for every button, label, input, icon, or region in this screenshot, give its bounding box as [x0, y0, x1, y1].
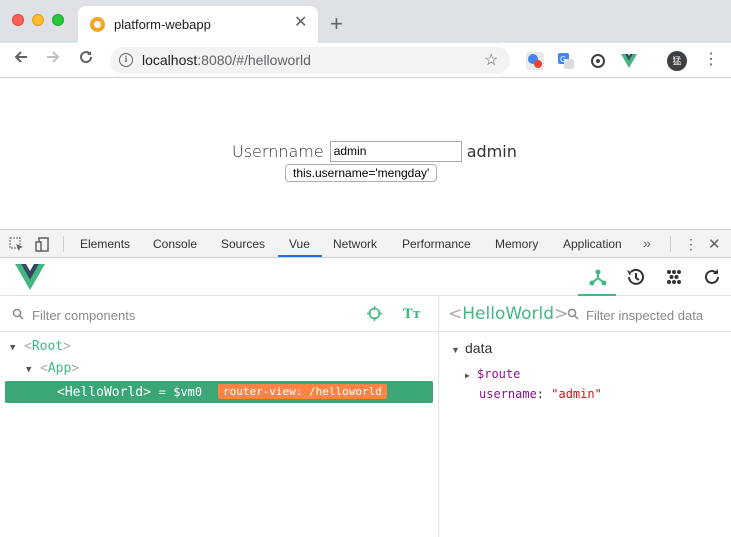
username-value[interactable]: "admin" [551, 387, 602, 401]
tab-close-icon[interactable]: ✕ [294, 15, 307, 31]
svg-text:G: G [560, 55, 566, 64]
tree-node-root[interactable]: ▼ <Root> [10, 336, 71, 358]
browser-toolbar: i localhost:8080/#/helloworld ☆ G 猛 ⋮ [0, 43, 731, 78]
inspect-element-icon[interactable] [9, 237, 23, 251]
router-view-badge: router-view: /helloworld [217, 384, 387, 399]
address-bar[interactable]: i localhost:8080/#/helloworld ☆ [110, 47, 510, 74]
site-info-icon[interactable]: i [119, 53, 133, 67]
select-component-icon[interactable] [367, 306, 382, 324]
tab-elements[interactable]: Elements [80, 237, 130, 251]
search-icon [12, 308, 24, 323]
vuex-history-icon[interactable] [625, 266, 647, 288]
more-tabs-icon[interactable]: » [643, 235, 651, 251]
username-form-row: Usernname admin [232, 140, 517, 162]
device-toolbar-icon[interactable] [35, 237, 49, 252]
expand-arrow-icon[interactable]: ▼ [26, 359, 40, 381]
browser-tab-active[interactable]: platform-webapp ✕ [78, 6, 318, 43]
components-tab-icon[interactable] [587, 266, 609, 288]
tab-network[interactable]: Network [333, 237, 377, 251]
forward-icon[interactable] [45, 49, 61, 69]
data-row-route[interactable]: ▶ $route [465, 367, 520, 381]
extension-translate-icon[interactable] [526, 52, 544, 70]
inspected-component-title: <HelloWorld> [448, 304, 569, 324]
devtools-menu-icon[interactable]: ⋮ [684, 236, 698, 253]
tree-node-app[interactable]: ▼ <App> [26, 358, 79, 380]
components-filter-bar: Filter components Tт [0, 296, 438, 332]
favicon-icon [90, 17, 105, 32]
set-username-button[interactable]: this.username='mengday' [285, 164, 438, 182]
vue-devtools-extension-icon[interactable] [620, 52, 638, 70]
bookmark-star-icon[interactable]: ☆ [484, 50, 498, 70]
tree-node-helloworld: <HelloWorld> = $vm0 router-view: /hellow… [57, 381, 387, 403]
search-icon [567, 308, 579, 323]
profile-avatar[interactable]: 猛 [667, 51, 687, 71]
username-display: admin [466, 141, 517, 161]
vm-reference: = $vm0 [158, 385, 203, 399]
browser-menu-icon[interactable]: ⋮ [703, 51, 719, 69]
tab-sources[interactable]: Sources [221, 237, 265, 251]
format-names-icon[interactable]: Tт [403, 307, 421, 322]
vue-logo-icon [15, 264, 45, 293]
new-tab-button[interactable]: + [330, 13, 343, 35]
tab-performance[interactable]: Performance [402, 237, 471, 251]
collapse-arrow-icon[interactable]: ▼ [451, 345, 465, 355]
window-zoom-button[interactable] [52, 14, 64, 26]
devtools-tab-bar: Elements Console Sources Vue Network Per… [0, 230, 731, 258]
devtools-panel: Elements Console Sources Vue Network Per… [0, 229, 731, 537]
inspector-panel: ▼ data ▶ $route username: "admin" [439, 333, 731, 537]
inspector-header: <HelloWorld> Filter inspected data [439, 296, 731, 332]
tab-vue[interactable]: Vue [289, 237, 310, 251]
data-section-header[interactable]: ▼ data [451, 340, 492, 356]
filter-components-input[interactable]: Filter components [32, 308, 135, 323]
active-tab-indicator [278, 255, 322, 257]
tab-application[interactable]: Application [563, 237, 622, 251]
devtools-close-icon[interactable]: ✕ [708, 235, 721, 253]
vue-devtools-header [0, 258, 731, 296]
tab-console[interactable]: Console [153, 237, 197, 251]
tab-memory[interactable]: Memory [495, 237, 538, 251]
expand-arrow-icon[interactable]: ▼ [10, 337, 24, 359]
window-minimize-button[interactable] [32, 14, 44, 26]
events-icon[interactable] [663, 266, 685, 288]
username-label: Usernname [232, 141, 324, 161]
tree-node-selected[interactable]: <HelloWorld> = $vm0 router-view: /hellow… [5, 381, 433, 403]
sync-extension-icon[interactable] [589, 52, 607, 70]
reload-icon[interactable] [78, 49, 94, 69]
browser-tab-strip: platform-webapp ✕ + [0, 0, 731, 43]
expand-arrow-icon[interactable]: ▶ [465, 371, 477, 380]
window-close-button[interactable] [12, 14, 24, 26]
url-text: localhost:8080/#/helloworld [142, 52, 311, 68]
data-row-username[interactable]: username: "admin" [479, 387, 602, 401]
devtools-separator [670, 236, 671, 252]
filter-inspected-data-input[interactable]: Filter inspected data [586, 308, 703, 323]
tab-title: platform-webapp [114, 17, 211, 32]
username-input[interactable] [329, 140, 462, 162]
page-content: Usernname admin this.username='mengday' [0, 79, 731, 229]
refresh-icon[interactable] [701, 266, 723, 288]
google-translate-icon[interactable]: G [557, 52, 575, 70]
devtools-separator [63, 236, 64, 252]
back-icon[interactable] [13, 49, 29, 69]
